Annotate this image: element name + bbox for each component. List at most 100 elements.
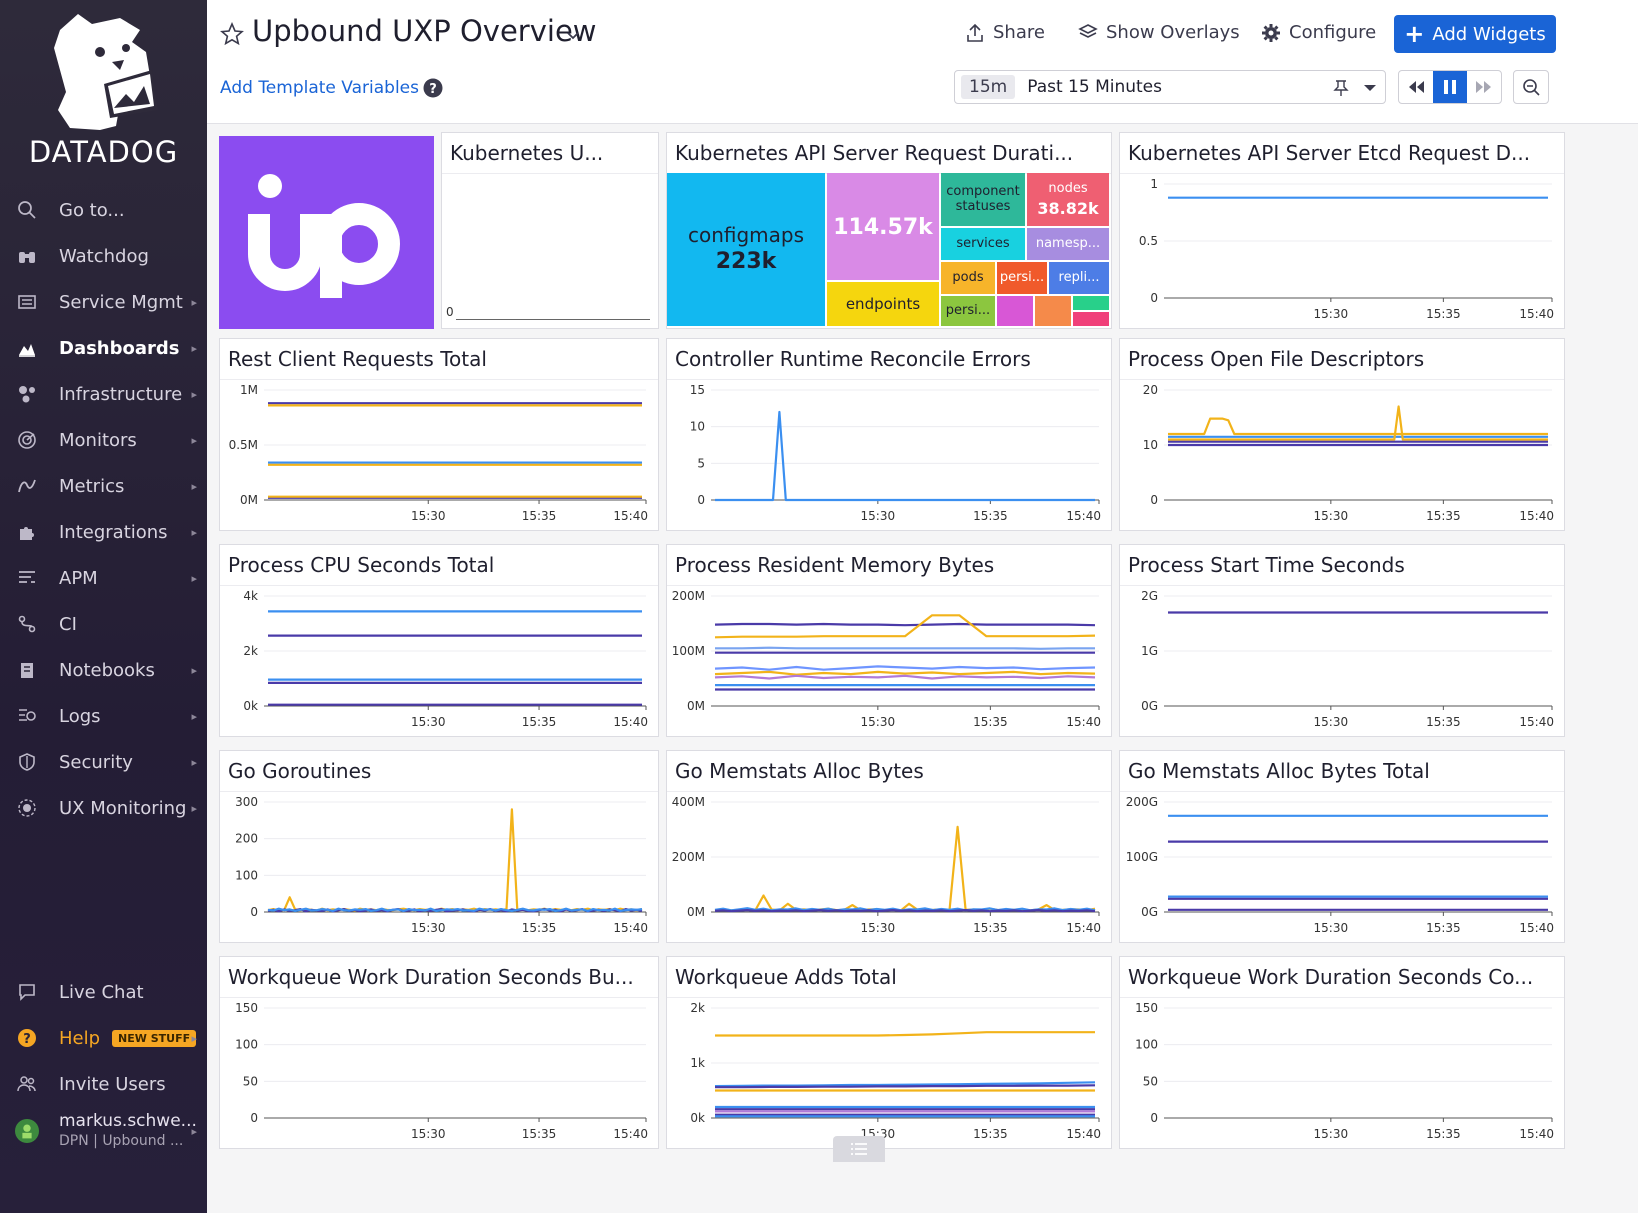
open-file-descriptors-widget[interactable]: Process Open File Descriptors 20 10 0 15:30… — [1119, 338, 1565, 531]
pin-icon[interactable] — [1333, 79, 1349, 97]
nav-invite-users[interactable]: Invite Users — [0, 1062, 207, 1106]
timeseries-plot[interactable]: 2k1k0k15:30 15:35 15:40 — [667, 998, 1111, 1148]
configure-button[interactable]: Configure — [1261, 22, 1376, 43]
memstats-alloc-total-widget[interactable]: Go Memstats Alloc Bytes Total 200G 100G 0G… — [1119, 750, 1565, 943]
x-tick-label: 15:30 — [1314, 307, 1349, 321]
pause-button[interactable] — [1433, 71, 1467, 103]
nav-monitors[interactable]: Monitors ▸ — [0, 418, 207, 462]
cpu-seconds-widget[interactable]: Process CPU Seconds Total 4k 2k 0k 15:30 15:… — [219, 544, 659, 737]
share-button[interactable]: Share — [965, 22, 1045, 43]
treemap-cell[interactable] — [997, 296, 1033, 326]
series-line[interactable] — [714, 674, 1096, 680]
treemap-cell[interactable]: namesp... — [1027, 228, 1109, 260]
nav-go-to[interactable]: Go to... — [0, 188, 207, 232]
kubernetes-up-widget[interactable]: Kubernetes U... 0 — [441, 132, 659, 329]
workqueue-duration-count-widget[interactable]: Workqueue Work Duration Seconds Co... 15… — [1119, 956, 1565, 1149]
timeseries-plot[interactable]: 2G 1G 0G 15:30 15:35 15:40 — [1120, 586, 1564, 736]
series-line[interactable] — [714, 665, 1096, 671]
timeseries-plot[interactable]: 150 100 50 0 15:30 15:35 15:40 — [1120, 998, 1564, 1148]
time-range-selector[interactable]: 15m Past 15 Minutes — [954, 70, 1386, 104]
bottom-drawer-handle[interactable] — [833, 1136, 885, 1162]
nav-live-chat[interactable]: Live Chat — [0, 970, 207, 1014]
start-time-widget[interactable]: Process Start Time Seconds 2G 1G 0G 15:30 15… — [1119, 544, 1565, 737]
nav-dashboards[interactable]: Dashboards ▸ — [0, 326, 207, 370]
chevron-right-icon: ▸ — [191, 433, 197, 447]
nav-metrics[interactable]: Metrics ▸ — [0, 464, 207, 508]
treemap-cell[interactable]: configmaps 223k — [667, 173, 825, 326]
rewind-button[interactable] — [1399, 71, 1433, 103]
y-tick-label: 0k — [690, 1111, 705, 1125]
nav-ci[interactable]: CI — [0, 602, 207, 646]
timeseries-plot[interactable]: 4k 2k 0k 15:30 15:35 15:40 — [220, 586, 658, 736]
treemap-cell[interactable] — [1073, 312, 1109, 326]
series-line[interactable] — [714, 908, 1096, 913]
series-line[interactable] — [715, 646, 1095, 650]
chevron-down-icon[interactable] — [565, 27, 581, 43]
treemap-cell[interactable]: component statuses — [941, 173, 1025, 226]
timeseries-plot[interactable]: 1M 0.5M 0M 15:30 15:35 15:40 — [220, 380, 658, 530]
series-line[interactable] — [267, 808, 643, 912]
go-goroutines-widget[interactable]: Go Goroutines 300 200 100 0 15:30 15:35 15:40 — [219, 750, 659, 943]
workqueue-duration-bucket-widget[interactable]: Workqueue Work Duration Seconds Bu... 15… — [219, 956, 659, 1149]
treemap-cell[interactable]: persi... — [997, 262, 1047, 294]
timeseries-plot[interactable]: 1 0.5 0 15:30 15:35 15:40 — [1120, 174, 1564, 328]
nav-notebooks[interactable]: Notebooks ▸ — [0, 648, 207, 692]
workqueue-adds-widget[interactable]: Workqueue Adds Total 2k 1k 0k 15:30 15:35 15:… — [666, 956, 1112, 1149]
nav-help[interactable]: ? Help NEW STUFF ▸ — [0, 1016, 207, 1060]
nav-ux-monitoring[interactable]: UX Monitoring ▸ — [0, 786, 207, 830]
series-line[interactable] — [714, 825, 1096, 912]
dashboard-title[interactable]: Upbound UXP Overview — [252, 14, 597, 48]
fast-forward-button[interactable] — [1467, 71, 1501, 103]
nav-user-account[interactable]: markus.schwe... DPN | Upbound ... ▸ — [0, 1106, 207, 1156]
nav-apm[interactable]: APM ▸ — [0, 556, 207, 600]
nav-watchdog[interactable]: Watchdog — [0, 234, 207, 278]
widget-title: Process Resident Memory Bytes — [675, 553, 995, 577]
timeseries-plot[interactable]: 400M 200M 0M 15:30 15:35 15:40 — [667, 792, 1111, 942]
new-stuff-badge: NEW STUFF — [112, 1029, 197, 1047]
treemap-cell[interactable] — [1035, 296, 1071, 326]
nav-logs[interactable]: Logs ▸ — [0, 694, 207, 738]
help-circle-icon[interactable]: ? — [423, 78, 443, 98]
reconcile-errors-widget[interactable]: Controller Runtime Reconcile Errors 15 10… — [666, 338, 1112, 531]
memstats-alloc-widget[interactable]: Go Memstats Alloc Bytes 400M 200M 0M 15:30 1… — [666, 750, 1112, 943]
treemap-cell[interactable]: services — [941, 228, 1025, 260]
treemap-cell[interactable]: repli... — [1049, 262, 1109, 294]
star-icon[interactable] — [220, 22, 244, 46]
nav-infrastructure[interactable]: Infrastructure ▸ — [0, 372, 207, 416]
treemap-cell[interactable]: nodes 38.82k — [1027, 173, 1109, 226]
etcd-request-duration-widget[interactable]: Kubernetes API Server Etcd Request D... … — [1119, 132, 1565, 329]
chevron-down-icon[interactable] — [1363, 82, 1377, 94]
x-tick-label: 15:40 — [613, 1127, 648, 1141]
series-line[interactable] — [715, 1031, 1095, 1037]
widget-title: Controller Runtime Reconcile Errors — [675, 347, 1031, 371]
timeseries-plot[interactable]: 300 200 100 0 15:30 15:35 15:40 — [220, 792, 658, 942]
treemap-cell[interactable] — [1073, 296, 1109, 310]
zoom-out-button[interactable] — [1513, 70, 1549, 104]
nav-security[interactable]: Security ▸ — [0, 740, 207, 784]
timeseries-plot[interactable]: 150 100 50 0 15:30 15:35 15:40 — [220, 998, 658, 1148]
resident-memory-widget[interactable]: Process Resident Memory Bytes 200M 100M 0M… — [666, 544, 1112, 737]
add-template-variables-link[interactable]: Add Template Variables — [220, 78, 419, 98]
timeseries-plot[interactable]: 200M 100M 0M 15:30 15:35 15:40 — [667, 586, 1111, 736]
rest-client-requests-widget[interactable]: Rest Client Requests Total 1M 0.5M 0M 15:30… — [219, 338, 659, 531]
nav-service-mgmt[interactable]: Service Mgmt ▸ — [0, 280, 207, 324]
nav-integrations[interactable]: Integrations ▸ — [0, 510, 207, 554]
timeseries-plot[interactable]: 15 10 5 0 15:30 15:35 15:40 — [667, 380, 1111, 530]
upbound-logo-widget[interactable] — [219, 136, 434, 329]
datadog-logo[interactable]: DATADOG — [0, 0, 207, 190]
timeseries-plot[interactable]: 20 10 0 15:30 15:35 15:40 — [1120, 380, 1564, 530]
gear-icon — [1262, 23, 1280, 42]
series-line[interactable] — [1168, 417, 1548, 436]
api-request-duration-treemap-widget[interactable]: Kubernetes API Server Request Durati... … — [666, 132, 1112, 329]
series-line[interactable] — [714, 622, 1096, 627]
timeseries-plot[interactable]: 200G 100G 0G 15:30 15:35 15:40 — [1120, 792, 1564, 942]
treemap-cell[interactable]: endpoints — [827, 282, 939, 326]
treemap-cell[interactable]: 114.57k — [827, 173, 939, 280]
treemap-cell[interactable]: persi... — [941, 296, 995, 326]
add-widgets-button[interactable]: + Add Widgets — [1394, 15, 1556, 53]
series-line[interactable] — [714, 670, 1096, 676]
y-tick-label: 0 — [1150, 493, 1158, 507]
show-overlays-button[interactable]: Show Overlays — [1078, 22, 1240, 43]
series-line[interactable] — [715, 410, 1095, 502]
treemap-cell[interactable]: pods — [941, 262, 995, 294]
